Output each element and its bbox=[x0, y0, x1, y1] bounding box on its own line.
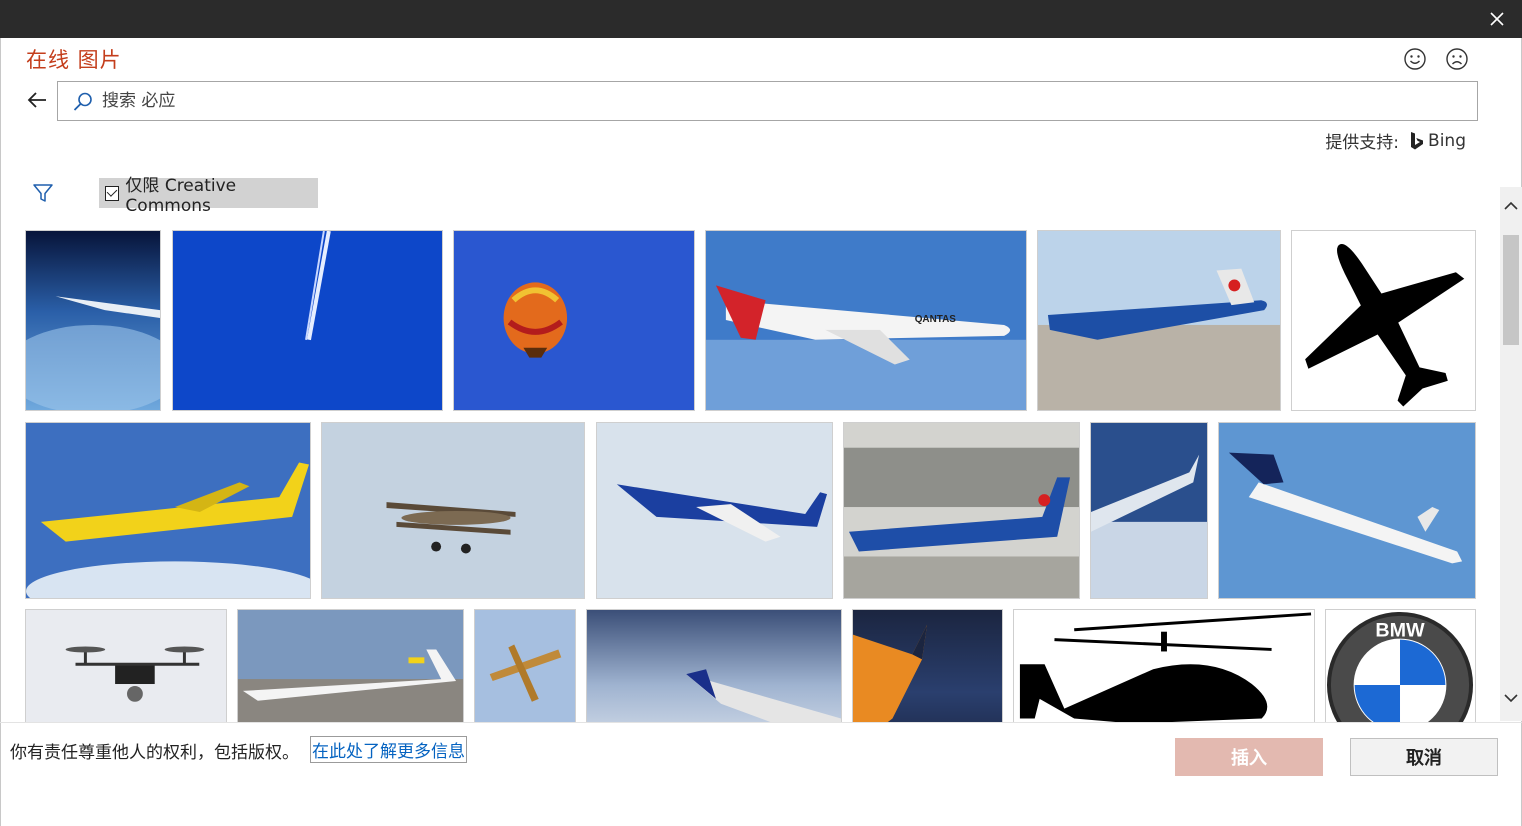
provider-name: Bing bbox=[1428, 130, 1466, 151]
scroll-up-icon[interactable] bbox=[1500, 195, 1522, 217]
insert-button[interactable]: 插入 bbox=[1175, 738, 1323, 776]
frown-icon[interactable] bbox=[1445, 47, 1469, 71]
image-result[interactable] bbox=[1013, 609, 1315, 722]
image-result[interactable] bbox=[172, 230, 443, 411]
image-result[interactable] bbox=[586, 609, 842, 722]
bmw-text: BMW bbox=[1375, 620, 1425, 642]
image-result[interactable] bbox=[1218, 422, 1476, 599]
image-result[interactable]: BMW bbox=[1325, 609, 1476, 722]
image-result[interactable]: QANTAS bbox=[705, 230, 1027, 411]
vertical-scrollbar[interactable] bbox=[1500, 187, 1522, 721]
dialog-footer: 你有责任尊重他人的权利，包括版权。 在此处了解更多信息 插入 取消 bbox=[0, 722, 1522, 788]
image-result[interactable] bbox=[25, 609, 227, 722]
qantas-text: QANTAS bbox=[915, 314, 957, 325]
image-result[interactable] bbox=[1291, 230, 1476, 411]
bing-logo: Bing bbox=[1409, 131, 1466, 151]
image-result[interactable] bbox=[453, 230, 695, 411]
window-titlebar bbox=[0, 0, 1522, 38]
provider-label: 提供支持: bbox=[1325, 133, 1400, 153]
search-box[interactable] bbox=[57, 81, 1478, 121]
image-result[interactable] bbox=[25, 230, 161, 411]
provider-attribution: 提供支持: Bing bbox=[1325, 128, 1466, 154]
image-result[interactable] bbox=[1090, 422, 1208, 599]
copyright-note: 你有责任尊重他人的权利，包括版权。 bbox=[10, 743, 299, 763]
image-result[interactable] bbox=[237, 609, 464, 722]
image-result[interactable] bbox=[843, 422, 1080, 599]
smiley-icon[interactable] bbox=[1403, 47, 1427, 71]
image-result[interactable] bbox=[1037, 230, 1281, 411]
image-results-grid: QANTAS BMW bbox=[0, 185, 1500, 722]
search-input[interactable] bbox=[102, 82, 1462, 119]
image-result[interactable] bbox=[596, 422, 833, 599]
scroll-down-icon[interactable] bbox=[1500, 687, 1522, 709]
close-icon[interactable] bbox=[1486, 8, 1508, 30]
bing-icon bbox=[1411, 131, 1424, 149]
image-result[interactable] bbox=[852, 609, 1003, 722]
dialog-title: 在线 图片 bbox=[26, 48, 122, 72]
search-icon bbox=[72, 91, 94, 113]
scrollbar-thumb[interactable] bbox=[1503, 235, 1519, 345]
learn-more-link[interactable]: 在此处了解更多信息 bbox=[310, 736, 467, 763]
cancel-button[interactable]: 取消 bbox=[1350, 738, 1498, 776]
image-result[interactable] bbox=[321, 422, 585, 599]
image-result[interactable] bbox=[474, 609, 576, 722]
back-arrow-icon[interactable] bbox=[25, 88, 49, 112]
image-result[interactable] bbox=[25, 422, 311, 599]
